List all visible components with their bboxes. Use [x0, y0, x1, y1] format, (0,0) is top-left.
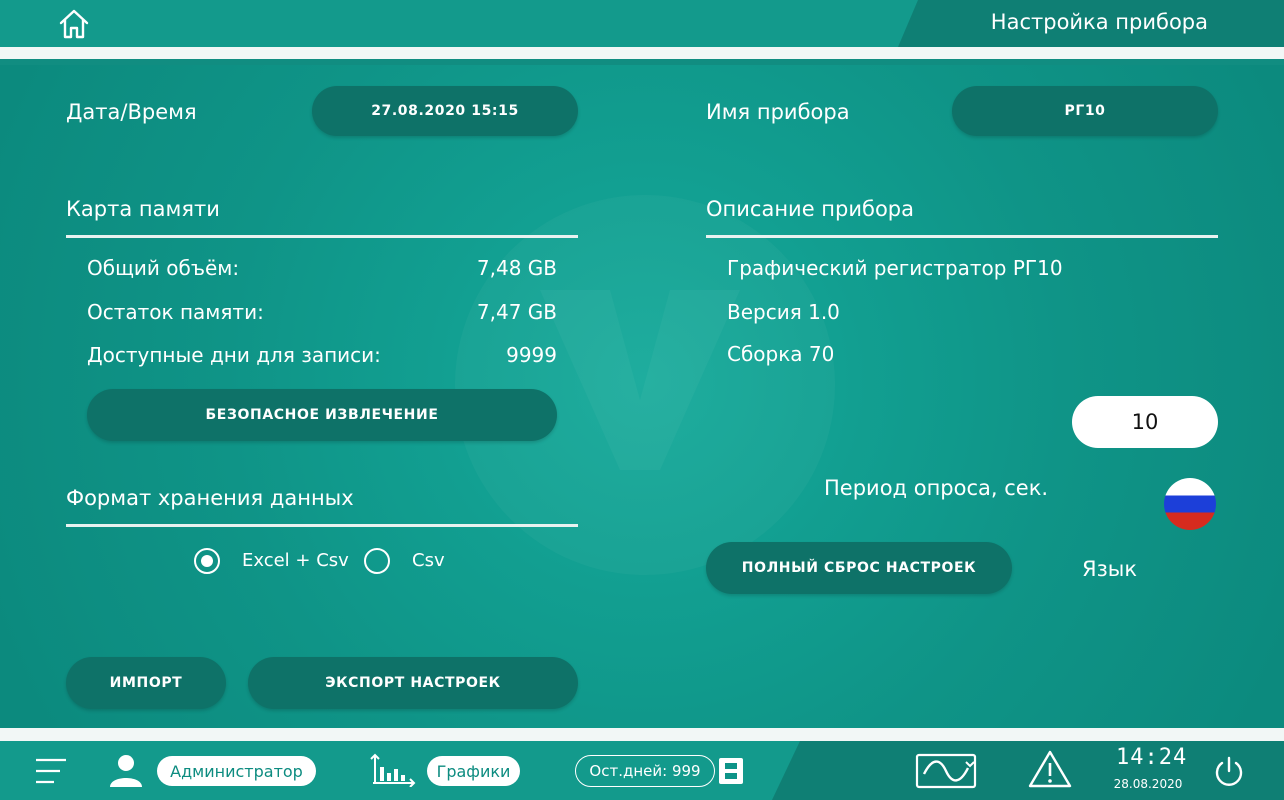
safe-eject-button[interactable]: БЕЗОПАСНОЕ ИЗВЛЕЧЕНИЕ — [87, 389, 557, 441]
charts-nav-button[interactable] — [370, 753, 416, 791]
datetime-button[interactable]: 27.08.2020 15:15 — [312, 86, 578, 136]
signal-sync-icon — [915, 753, 977, 789]
radio-excel-csv[interactable] — [194, 548, 220, 574]
russia-flag-icon[interactable] — [1164, 478, 1216, 530]
alarm-button[interactable] — [1028, 749, 1072, 793]
export-settings-button[interactable]: ЭКСПОРТ НАСТРОЕК — [248, 657, 578, 709]
device-build-line: Сборка 70 — [727, 342, 835, 366]
device-name-label: Имя прибора — [706, 100, 850, 124]
total-capacity-value: 7,48 GB — [476, 256, 557, 280]
record-days-value: 9999 — [506, 343, 557, 367]
days-left-badge: Ост.дней: 999 — [575, 755, 715, 787]
memory-card-title: Карта памяти — [66, 197, 220, 221]
header-divider — [0, 47, 1284, 59]
device-description-divider — [706, 235, 1218, 238]
device-version-line: Версия 1.0 — [727, 300, 840, 324]
sync-button[interactable] — [914, 752, 978, 794]
charts-button[interactable]: Графики — [427, 756, 520, 786]
radio-csv-label: Csv — [412, 550, 445, 571]
footer-divider — [0, 728, 1284, 741]
user-icon — [110, 755, 142, 787]
menu-button[interactable] — [34, 756, 68, 790]
poll-period-label: Период опроса, сек. — [824, 476, 1049, 500]
datetime-label: Дата/Время — [66, 100, 197, 124]
power-button[interactable] — [1212, 755, 1246, 793]
device-description-line: Графический регистратор РГ10 — [727, 256, 1063, 280]
home-icon — [59, 9, 89, 39]
user-button[interactable] — [106, 753, 146, 793]
memory-card-divider — [66, 235, 578, 238]
sd-card-icon — [719, 758, 743, 784]
total-capacity-label: Общий объём: — [87, 256, 240, 280]
language-label: Язык — [1082, 557, 1138, 581]
power-icon — [1215, 756, 1243, 786]
radio-excel-csv-label: Excel + Csv — [242, 550, 349, 571]
warning-icon — [1028, 750, 1072, 788]
full-reset-button[interactable]: ПОЛНЫЙ СБРОС НАСТРОЕК — [706, 542, 1012, 594]
menu-icon — [36, 758, 66, 784]
storage-format-divider — [66, 524, 578, 527]
clock-date: 28.08.2020 — [1113, 777, 1183, 791]
sd-card-button[interactable] — [718, 757, 744, 789]
poll-period-input[interactable] — [1072, 396, 1218, 448]
device-name-button[interactable]: РГ10 — [952, 86, 1218, 136]
home-button[interactable] — [56, 6, 92, 42]
device-description-title: Описание прибора — [706, 197, 915, 221]
radio-csv[interactable] — [364, 548, 390, 574]
free-memory-label: Остаток памяти: — [87, 300, 264, 324]
bar-chart-icon — [370, 753, 416, 788]
clock-time: 14:24 — [1116, 745, 1188, 770]
watermark-logo-icon — [540, 290, 740, 470]
storage-format-title: Формат хранения данных — [66, 486, 354, 510]
record-days-label: Доступные дни для записи: — [87, 343, 381, 367]
import-button[interactable]: ИМПОРТ — [66, 657, 226, 709]
free-memory-value: 7,47 GB — [476, 300, 557, 324]
user-role-button[interactable]: Администратор — [157, 756, 316, 786]
page-title: Настройка прибора — [990, 10, 1208, 34]
